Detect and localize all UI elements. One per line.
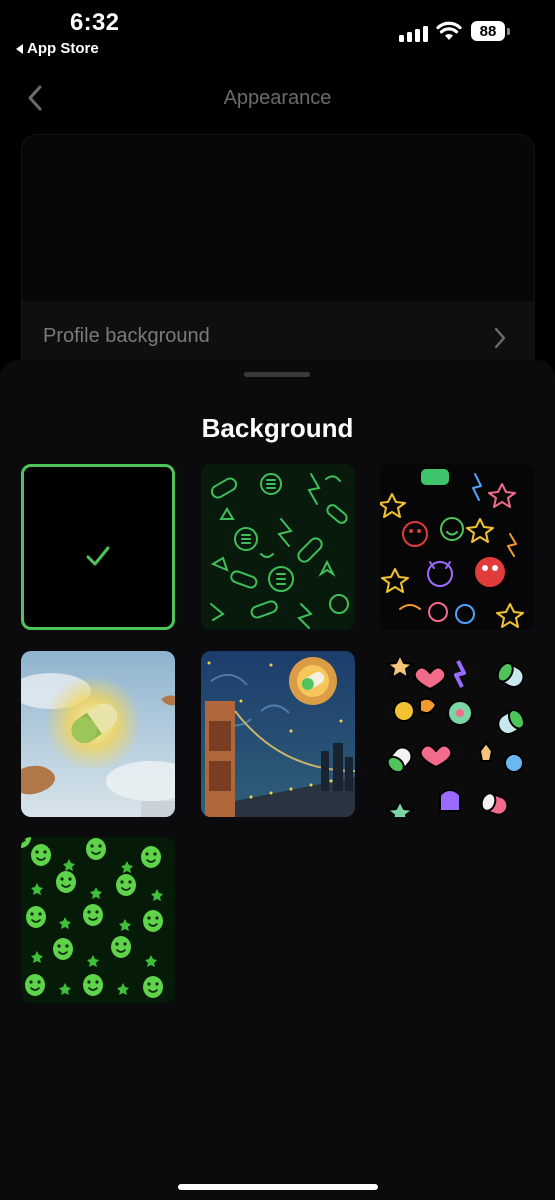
page-title: Appearance [223, 87, 332, 109]
sky-pill-image [21, 651, 175, 817]
background-option-green-doodle[interactable] [201, 464, 355, 630]
sticker-pattern-image [380, 651, 534, 817]
appearance-page: Appearance Profile background [0, 62, 555, 376]
background-option-sky-pill[interactable] [21, 651, 175, 817]
cellular-signal-icon [399, 24, 428, 42]
background-option-smiley-pattern[interactable] [21, 837, 175, 1003]
neon-doodle-image [380, 464, 534, 630]
profile-background-label: Profile background [43, 325, 210, 347]
background-option-none[interactable] [21, 464, 175, 630]
home-indicator[interactable] [178, 1184, 378, 1190]
background-sheet: Background [0, 360, 555, 1200]
wifi-icon [436, 21, 462, 40]
profile-preview-card: Profile background [21, 134, 535, 376]
chevron-right-icon [494, 327, 506, 349]
checkmark-icon [86, 546, 110, 566]
sheet-grabber[interactable] [244, 372, 310, 377]
back-app-label: App Store [27, 40, 99, 57]
back-to-app-link[interactable]: App Store [16, 40, 99, 57]
battery-icon: 88 [471, 21, 510, 41]
status-time: 6:32 [70, 9, 120, 36]
green-doodle-image [201, 464, 355, 630]
background-option-sticker-pattern[interactable] [380, 651, 534, 817]
back-triangle-icon [16, 43, 23, 54]
sheet-title: Background [201, 413, 354, 443]
battery-level: 88 [471, 21, 505, 41]
bridge-night-image [201, 651, 355, 817]
smiley-pattern-image [21, 837, 175, 1003]
status-bar: 6:32 App Store 88 [0, 0, 555, 62]
background-option-bridge-night[interactable] [201, 651, 355, 817]
background-option-neon-doodle[interactable] [380, 464, 534, 630]
